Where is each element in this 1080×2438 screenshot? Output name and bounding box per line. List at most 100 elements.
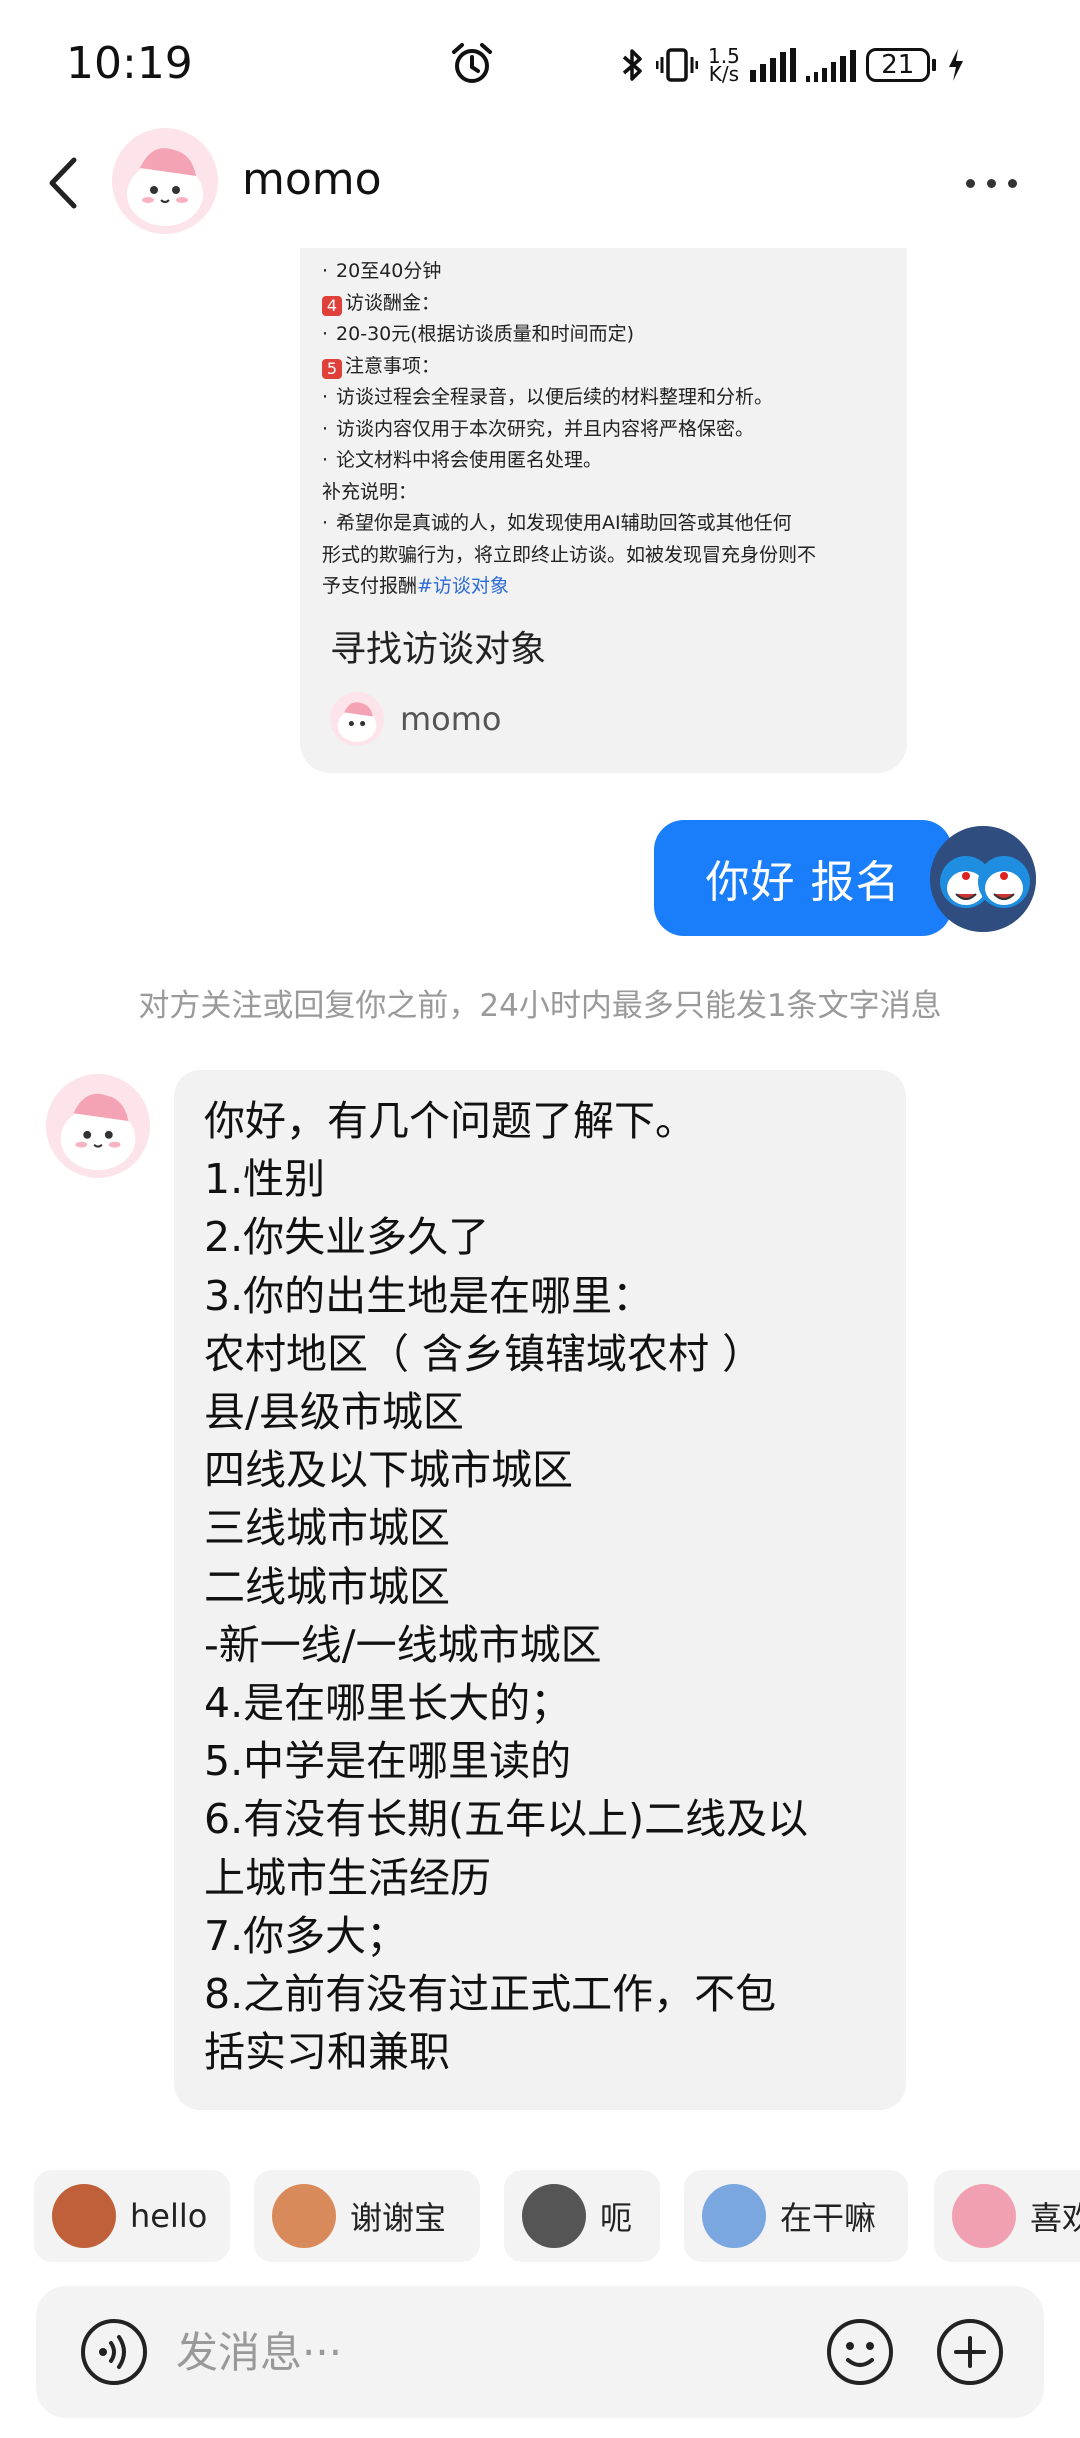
message-line: 县/县级市城区 xyxy=(204,1388,464,1437)
voice-input-button[interactable] xyxy=(78,2316,150,2388)
charging-icon xyxy=(948,49,963,81)
rose-emoji-icon xyxy=(272,2184,336,2248)
number-badge-icon: 5 xyxy=(322,358,342,379)
message-line: 你好，有几个问题了解下。 xyxy=(204,1097,696,1145)
quick-reply-chip[interactable]: 呃 xyxy=(504,2170,660,2262)
card-line-text: 补充说明： xyxy=(322,480,418,503)
my-avatar[interactable] xyxy=(930,826,1036,932)
bullet: · xyxy=(322,260,329,282)
card-line-text: 注意事项： xyxy=(345,354,441,377)
card-text: · 20至40分钟 4 访谈酬金： · 20-30元(根据访谈质量和时间而定) 5 注意事项：… xyxy=(322,256,892,603)
card-text-line: · 希望你是真诚的人，如发现使用AI辅助回答或其他任何 xyxy=(322,508,892,540)
message-line: 8.之前有没有过正式工作，不包 xyxy=(204,1970,777,2019)
incoming-message-bubble[interactable]: 你好，有几个问题了解下。 1.性别 2.你失业多久了 3.你的出生地是在哪里： 农村地区… xyxy=(174,1070,906,2110)
quick-reply-label: 在干嘛 xyxy=(780,2199,877,2237)
net-speed-unit: K/s xyxy=(708,62,740,86)
card-text-line: · 访谈内容仅用于本次研究，并且内容将严格保密。 xyxy=(322,414,892,446)
card-line-text: 希望你是真诚的人，如发现使用AI辅助回答或其他任何 xyxy=(336,512,792,534)
card-line-text: 形式的欺骗行为，将立即终止访谈。如被发现冒充身份则不 xyxy=(322,543,817,566)
card-text-line: 5 注意事项： xyxy=(322,351,892,383)
pink-dino-avatar-icon xyxy=(60,1093,136,1171)
card-text-line: 4 访谈酬金： xyxy=(322,288,892,320)
message-line: 2.你失业多久了 xyxy=(204,1213,490,1262)
card-text-line: · 访谈过程会全程录音，以便后续的材料整理和分析。 xyxy=(322,382,892,414)
more-options-button[interactable] xyxy=(966,168,1026,198)
quick-reply-label: 呃 xyxy=(600,2199,633,2237)
net-speed: 1.5 K/s xyxy=(708,46,740,86)
signal-icon xyxy=(749,48,796,82)
signal-2-icon xyxy=(805,48,856,82)
message-line: -新一线/一线城市城区 xyxy=(204,1620,602,1669)
message-line: 二线城市城区 xyxy=(204,1562,450,1611)
cat-emoji-icon xyxy=(522,2184,586,2248)
card-author-name: momo xyxy=(400,700,502,738)
quick-reply-label: 谢谢宝 xyxy=(350,2199,447,2237)
pink-dino-avatar-icon xyxy=(337,702,377,742)
pig-emoji-icon xyxy=(952,2184,1016,2248)
card-line-text: 20至40分钟 xyxy=(336,260,442,282)
bullet: · xyxy=(322,512,329,534)
status-time: 10:19 xyxy=(66,38,193,89)
card-line-text: 予支付报酬 xyxy=(322,575,418,597)
quick-reply-label: 喜欢 xyxy=(1030,2199,1080,2237)
quick-reply-chip[interactable]: 喜欢 xyxy=(934,2170,1080,2262)
message-line: 上城市生活经历 xyxy=(204,1853,491,1902)
contact-avatar[interactable] xyxy=(112,128,218,234)
bullet: · xyxy=(322,323,329,345)
message-line: 农村地区（ 含乡镇辖域农村 ） xyxy=(204,1329,764,1378)
card-line-text: 访谈过程会全程录音，以便后续的材料整理和分析。 xyxy=(336,386,774,408)
number-badge-icon: 4 xyxy=(322,295,342,316)
card-text-line: · 20至40分钟 xyxy=(322,256,892,288)
add-attachment-button[interactable] xyxy=(934,2316,1006,2388)
status-icons: 1.5 K/s 21 xyxy=(620,40,966,90)
author-avatar xyxy=(330,692,384,746)
alarm-icon xyxy=(452,43,492,83)
card-line-text: 访谈酬金： xyxy=(345,291,441,314)
chat-title: momo xyxy=(242,154,382,205)
battery-level: 21 xyxy=(865,48,930,82)
card-line-text: 访谈内容仅用于本次研究，并且内容将严格保密。 xyxy=(336,417,755,440)
message-line: 3.你的出生地是在哪里： xyxy=(204,1271,654,1320)
battery-icon: 21 xyxy=(865,48,936,82)
bullet: · xyxy=(322,449,329,471)
card-text-line: · 20-30元(根据访谈质量和时间而定) xyxy=(322,319,892,351)
card-author[interactable]: momo xyxy=(330,692,502,746)
quick-reply-chip[interactable]: hello xyxy=(34,2170,230,2262)
magnifier-emoji-icon xyxy=(702,2184,766,2248)
card-line-text: 20-30元(根据访谈质量和时间而定) xyxy=(336,323,635,345)
message-input[interactable] xyxy=(176,2320,836,2384)
doraemon-avatar-icon xyxy=(930,826,1036,932)
sender-avatar[interactable] xyxy=(46,1074,150,1178)
card-text-line: · 论文材料中将会使用匿名处理。 xyxy=(322,445,892,477)
outgoing-message-bubble[interactable]: 你好 报名 xyxy=(654,820,952,936)
message-line: 1.性别 xyxy=(204,1155,326,1204)
hashtag-link[interactable]: #访谈对象 xyxy=(417,575,509,597)
card-title: 寻找访谈对象 xyxy=(330,629,547,670)
message-line: 7.你多大； xyxy=(204,1911,408,1960)
message-line: 4.是在哪里长大的； xyxy=(204,1679,572,1728)
bullet: · xyxy=(322,417,329,440)
quick-reply-bar: hello 谢谢宝 呃 在干嘛 喜欢 xyxy=(0,2170,1080,2264)
emoji-button[interactable] xyxy=(824,2316,896,2388)
pink-dino-avatar-icon xyxy=(127,148,203,226)
monkey-emoji-icon xyxy=(52,2184,116,2248)
shared-post-card[interactable]: · 20至40分钟 4 访谈酬金： · 20-30元(根据访谈质量和时间而定) 5 注意事项：… xyxy=(300,248,907,773)
card-line-text: 论文材料中将会使用匿名处理。 xyxy=(336,449,603,471)
card-text-line: 形式的欺骗行为，将立即终止访谈。如被发现冒充身份则不 xyxy=(322,540,892,572)
vibrate-icon xyxy=(656,48,698,82)
quick-reply-chip[interactable]: 在干嘛 xyxy=(684,2170,908,2262)
message-line: 6.有没有长期(五年以上)二线及以 xyxy=(204,1795,809,1844)
message-line: 三线城市城区 xyxy=(204,1504,450,1553)
bullet: · xyxy=(322,386,329,408)
message-line: 括实习和兼职 xyxy=(204,2028,450,2077)
messaging-limit-notice: 对方关注或回复你之前，24小时内最多只能发1条文字消息 xyxy=(138,988,942,1024)
message-line: 5.中学是在哪里读的 xyxy=(204,1737,572,1786)
bluetooth-icon xyxy=(622,49,642,81)
card-text-line: 补充说明： xyxy=(322,477,892,509)
message-line: 四线及以下城市城区 xyxy=(204,1446,573,1495)
back-button[interactable] xyxy=(40,148,90,218)
input-bar xyxy=(36,2286,1044,2418)
card-text-line: 予支付报酬#访谈对象 xyxy=(322,571,892,603)
quick-reply-label: hello xyxy=(130,2197,208,2235)
quick-reply-chip[interactable]: 谢谢宝 xyxy=(254,2170,480,2262)
